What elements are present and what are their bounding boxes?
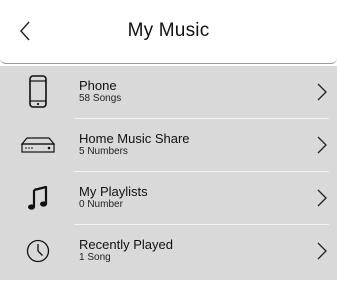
page-title: My Music — [127, 20, 210, 41]
list-item-title: Phone — [79, 78, 117, 93]
list-item-title: My Playlists — [79, 184, 148, 199]
network-storage-icon — [18, 128, 58, 162]
music-note-icon — [18, 181, 58, 215]
phone-icon — [18, 75, 58, 109]
list-item-title: Recently Played — [79, 237, 173, 252]
list-item-my-playlists[interactable]: My Playlists 0 Number — [0, 172, 337, 225]
music-source-list: Phone 58 Songs Home Music Share 5 Number… — [0, 66, 337, 280]
list-item-recently-played[interactable]: Recently Played 1 Song — [0, 225, 337, 276]
list-item-subtitle: 0 Number — [79, 199, 123, 210]
header-bar: My Music — [0, 0, 337, 64]
chevron-right-icon — [316, 188, 328, 208]
chevron-right-icon — [316, 135, 328, 155]
list-item-title: Home Music Share — [79, 131, 190, 146]
list-item-subtitle: 58 Songs — [79, 93, 122, 104]
bottom-edge — [0, 280, 337, 285]
chevron-right-icon — [316, 241, 328, 261]
list-item-subtitle: 1 Song — [79, 252, 111, 263]
list-item-home-music-share[interactable]: Home Music Share 5 Numbers — [0, 119, 337, 172]
list-item-subtitle: 5 Numbers — [79, 146, 128, 157]
list-item-phone[interactable]: Phone 58 Songs — [0, 66, 337, 119]
my-music-screen: My Music Phone 58 Songs Home Music Share… — [0, 0, 337, 285]
clock-icon — [18, 234, 58, 268]
chevron-right-icon — [316, 82, 328, 102]
